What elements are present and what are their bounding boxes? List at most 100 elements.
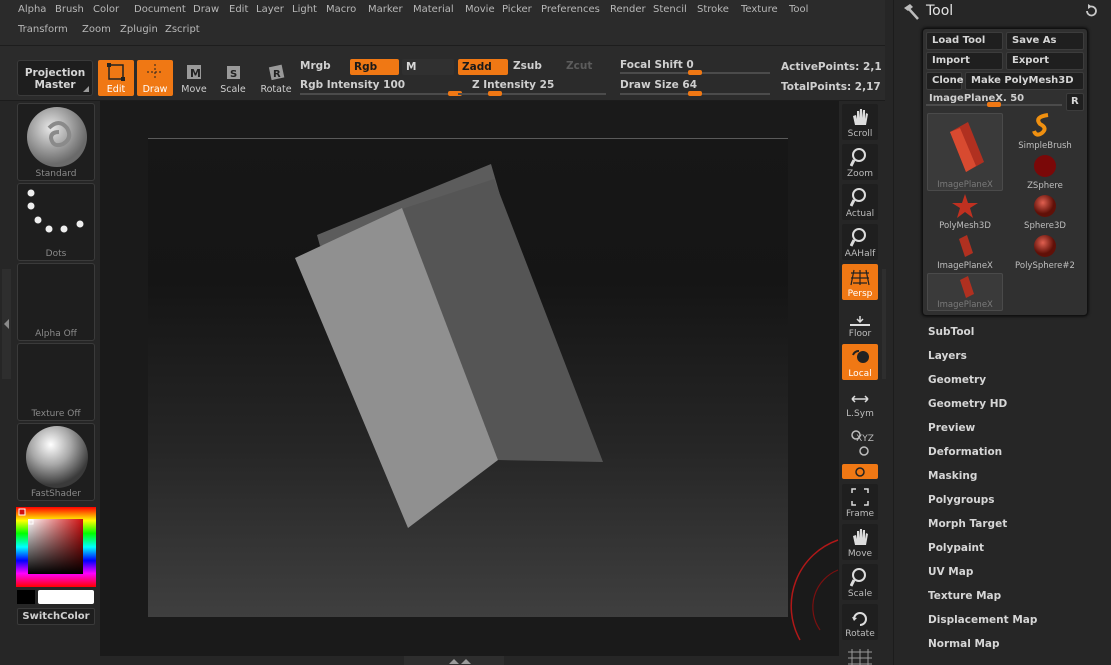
menu-picker[interactable]: Picker bbox=[502, 4, 532, 15]
rotate-button[interactable]: R Rotate bbox=[258, 60, 294, 96]
tool-thumb-imageplanex-active[interactable]: ImagePlaneX bbox=[927, 113, 1003, 191]
subpalette-uv-map[interactable]: UV Map bbox=[928, 566, 973, 578]
menu-zscript[interactable]: Zscript bbox=[165, 24, 200, 35]
subpalette-polypaint[interactable]: Polypaint bbox=[928, 542, 984, 554]
subpalette-geometry-hd[interactable]: Geometry HD bbox=[928, 398, 1007, 410]
menu-light[interactable]: Light bbox=[292, 4, 317, 15]
import-button[interactable]: Import bbox=[926, 52, 1003, 70]
zcut-toggle[interactable]: Zcut bbox=[566, 60, 592, 72]
lsym-button[interactable]: L.Sym bbox=[842, 384, 878, 420]
subpalette-geometry[interactable]: Geometry bbox=[928, 374, 986, 386]
switch-color-button[interactable]: SwitchColor bbox=[17, 608, 95, 625]
projection-master-button[interactable]: Projection Master bbox=[17, 60, 93, 96]
rotate-view-button[interactable]: Rotate bbox=[842, 604, 878, 640]
mrgb-toggle[interactable]: Mrgb bbox=[300, 60, 331, 72]
menu-material[interactable]: Material bbox=[413, 4, 454, 15]
tool-thumb-zsphere[interactable]: ZSphere bbox=[1007, 153, 1083, 191]
rgb-intensity-slider[interactable] bbox=[300, 93, 455, 95]
menu-layer[interactable]: Layer bbox=[256, 4, 284, 15]
menu-render[interactable]: Render bbox=[610, 4, 646, 15]
draw-size-knob[interactable] bbox=[688, 91, 702, 96]
subpalette-displacement-map[interactable]: Displacement Map bbox=[928, 614, 1037, 626]
subpalette-masking[interactable]: Masking bbox=[928, 470, 977, 482]
secondary-color-swatch[interactable] bbox=[17, 590, 35, 604]
alpha-selector[interactable]: Alpha Off bbox=[17, 263, 95, 341]
menu-tool[interactable]: Tool bbox=[789, 4, 808, 15]
menu-color[interactable]: Color bbox=[93, 4, 119, 15]
texture-selector[interactable]: Texture Off bbox=[17, 343, 95, 421]
scale-view-button[interactable]: Scale bbox=[842, 564, 878, 600]
clone-button[interactable]: Clone bbox=[926, 72, 964, 90]
grid-toggle-button[interactable] bbox=[842, 647, 878, 665]
menu-edit[interactable]: Edit bbox=[229, 4, 248, 15]
export-button[interactable]: Export bbox=[1006, 52, 1084, 70]
tool-thumb-sphere3d[interactable]: Sphere3D bbox=[1007, 193, 1083, 231]
tool-thumb-imageplanex[interactable]: ImagePlaneX bbox=[927, 233, 1003, 271]
menu-stroke[interactable]: Stroke bbox=[697, 4, 729, 15]
tool-thumb-polysphere2[interactable]: PolySphere#2 bbox=[1007, 233, 1083, 271]
xyz-button[interactable]: XYZ bbox=[842, 424, 878, 458]
menu-texture[interactable]: Texture bbox=[741, 4, 778, 15]
subpalette-normal-map[interactable]: Normal Map bbox=[928, 638, 1000, 650]
document-viewport[interactable] bbox=[148, 138, 788, 617]
zsub-toggle[interactable]: Zsub bbox=[513, 60, 542, 72]
tool-thumb-simplebrush[interactable]: SimpleBrush bbox=[1007, 113, 1083, 151]
focal-shift-knob[interactable] bbox=[688, 70, 702, 75]
material-selector[interactable]: FastShader bbox=[17, 423, 95, 501]
m-toggle[interactable]: M bbox=[402, 59, 454, 75]
aahalf-button[interactable]: AAHalf bbox=[842, 224, 878, 260]
actual-button[interactable]: Actual bbox=[842, 184, 878, 220]
bottom-tray-handle[interactable] bbox=[404, 656, 504, 665]
rotate-axis-toggle[interactable] bbox=[842, 464, 878, 479]
menu-brush[interactable]: Brush bbox=[55, 4, 84, 15]
menu-zplugin[interactable]: Zplugin bbox=[120, 24, 158, 35]
draw-button[interactable]: Draw bbox=[137, 60, 173, 96]
tool-panel-header[interactable]: Tool bbox=[894, 0, 1111, 24]
menu-zoom[interactable]: Zoom bbox=[82, 24, 111, 35]
right-tray-handle[interactable] bbox=[882, 269, 886, 379]
color-picker[interactable] bbox=[16, 507, 96, 587]
menu-macro[interactable]: Macro bbox=[326, 4, 356, 15]
menu-transform[interactable]: Transform bbox=[18, 24, 68, 35]
save-as-button[interactable]: Save As bbox=[1006, 32, 1084, 50]
subpalette-layers[interactable]: Layers bbox=[928, 350, 967, 362]
r-button[interactable]: R bbox=[1066, 93, 1084, 111]
load-tool-button[interactable]: Load Tool bbox=[926, 32, 1003, 50]
tool-thumb-polymesh3d[interactable]: PolyMesh3D bbox=[927, 193, 1003, 231]
make-polymesh3d-button[interactable]: Make PolyMesh3D bbox=[965, 72, 1084, 90]
menu-draw[interactable]: Draw bbox=[193, 4, 219, 15]
subpalette-subtool[interactable]: SubTool bbox=[928, 326, 974, 338]
move-view-button[interactable]: Move bbox=[842, 524, 878, 560]
move-button[interactable]: M Move bbox=[176, 60, 212, 96]
scale-button[interactable]: S Scale bbox=[215, 60, 251, 96]
menu-preferences[interactable]: Preferences bbox=[541, 4, 600, 15]
brush-selector[interactable]: Standard bbox=[17, 103, 95, 181]
menu-stencil[interactable]: Stencil bbox=[653, 4, 687, 15]
imageplanex-knob[interactable] bbox=[987, 102, 1001, 107]
z-intensity-slider[interactable] bbox=[458, 93, 606, 95]
zoom-button[interactable]: Zoom bbox=[842, 144, 878, 180]
rgb-toggle[interactable]: Rgb bbox=[350, 59, 399, 75]
menu-movie[interactable]: Movie bbox=[465, 4, 495, 15]
frame-button[interactable]: Frame bbox=[842, 484, 878, 520]
stroke-selector[interactable]: Dots bbox=[17, 183, 95, 261]
subpalette-polygroups[interactable]: Polygroups bbox=[928, 494, 995, 506]
edit-button[interactable]: Edit bbox=[98, 60, 134, 96]
subpalette-texture-map[interactable]: Texture Map bbox=[928, 590, 1001, 602]
left-tray-handle[interactable] bbox=[2, 269, 11, 379]
menu-marker[interactable]: Marker bbox=[368, 4, 403, 15]
menu-alpha[interactable]: Alpha bbox=[18, 4, 46, 15]
persp-button[interactable]: Persp bbox=[842, 264, 878, 300]
subpalette-preview[interactable]: Preview bbox=[928, 422, 975, 434]
primary-color-swatch[interactable] bbox=[38, 590, 94, 604]
tool-thumb-imageplanex-2[interactable]: ImagePlaneX bbox=[927, 273, 1003, 311]
reset-icon[interactable] bbox=[1084, 4, 1098, 18]
scroll-button[interactable]: Scroll bbox=[842, 104, 878, 140]
menu-document[interactable]: Document bbox=[134, 4, 186, 15]
zadd-toggle[interactable]: Zadd bbox=[458, 59, 508, 75]
floor-button[interactable]: Floor bbox=[842, 304, 878, 340]
local-button[interactable]: Local bbox=[842, 344, 878, 380]
subpalette-deformation[interactable]: Deformation bbox=[928, 446, 1002, 458]
z-intensity-knob[interactable] bbox=[488, 91, 502, 96]
subpalette-morph-target[interactable]: Morph Target bbox=[928, 518, 1007, 530]
